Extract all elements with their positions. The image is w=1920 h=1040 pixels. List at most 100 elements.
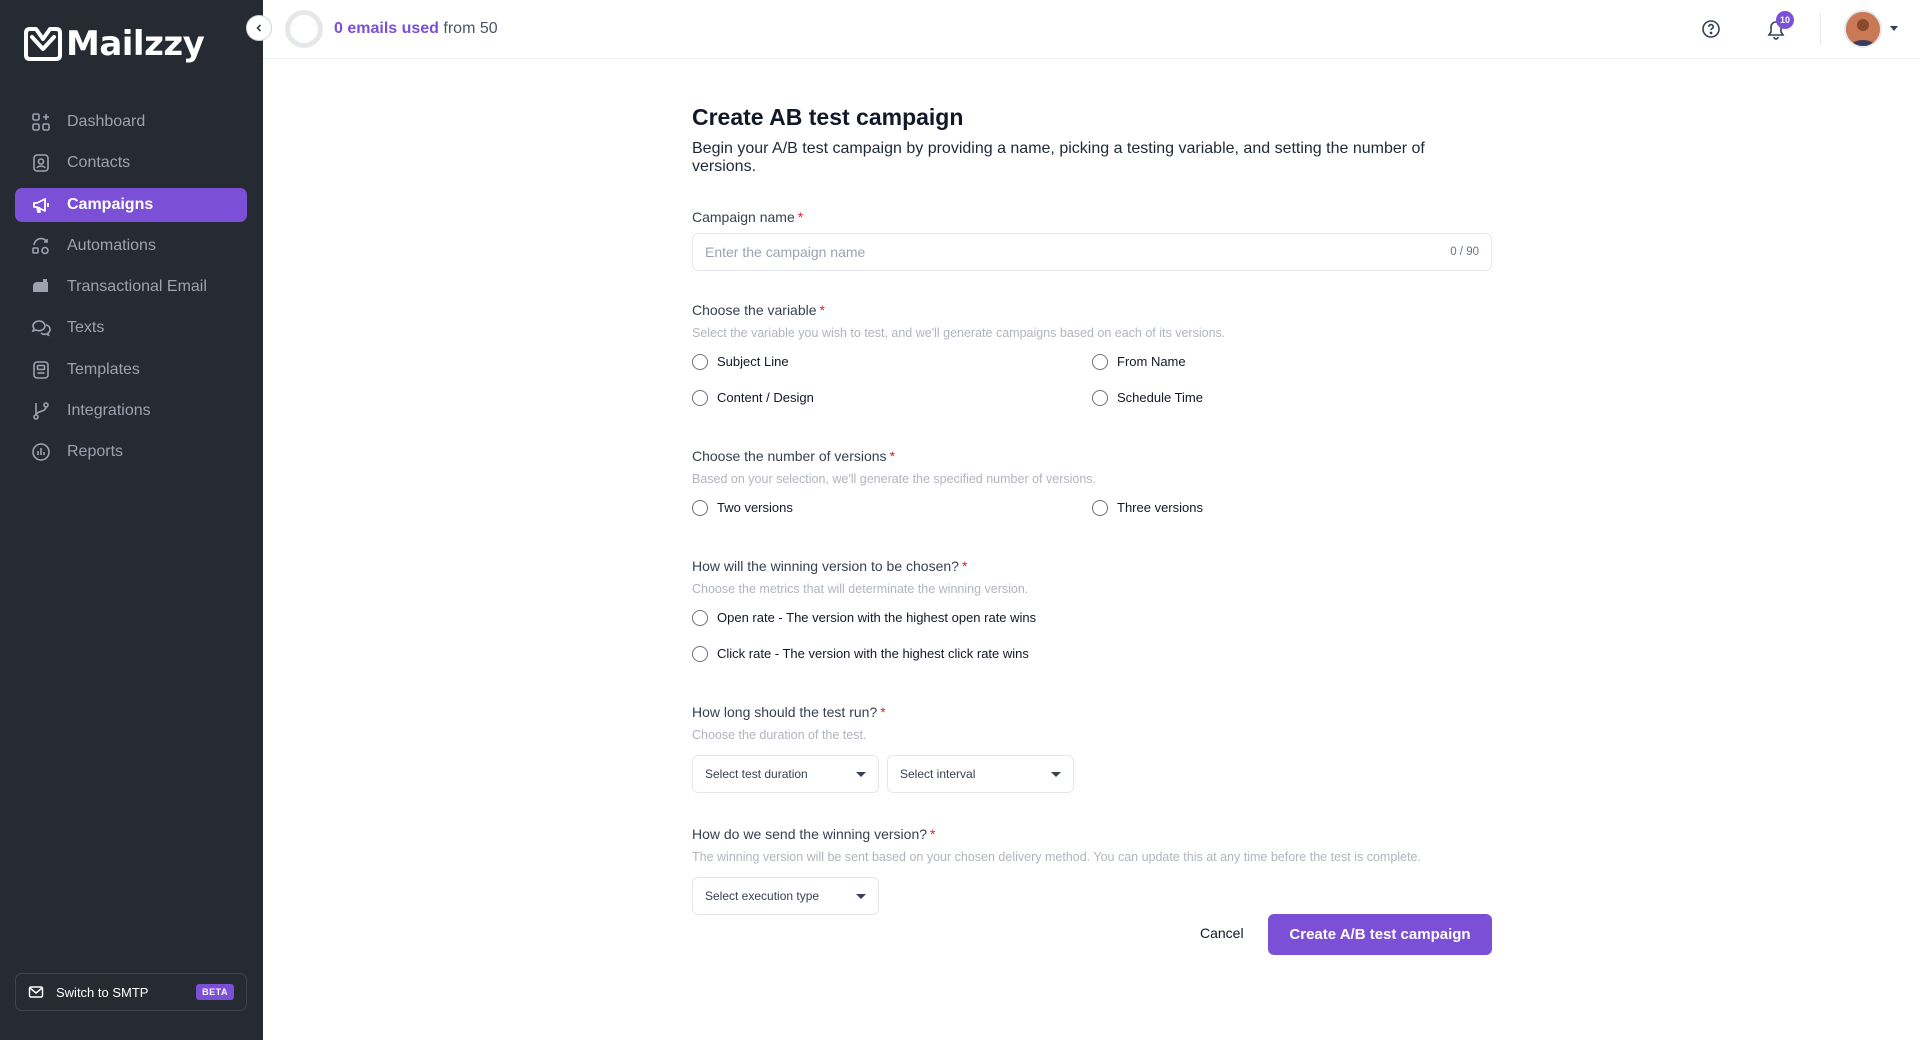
radio-open-rate[interactable]: Open rate - The version with the highest… xyxy=(692,609,1492,626)
required-asterisk: * xyxy=(797,209,804,225)
sidebar-nav: Dashboard Contacts Campaigns Automations… xyxy=(15,105,247,477)
contacts-icon xyxy=(30,152,52,174)
execution-type-select[interactable]: Select execution type xyxy=(692,877,879,915)
sidebar-item-integrations[interactable]: Integrations xyxy=(15,394,247,428)
logo[interactable]: Mailzzy xyxy=(22,24,205,64)
chat-icon xyxy=(30,317,52,339)
radio-click-rate[interactable]: Click rate - The version with the highes… xyxy=(692,645,1492,662)
mail-icon xyxy=(28,986,44,998)
interval-select[interactable]: Select interval xyxy=(887,755,1074,793)
mailbox-icon xyxy=(30,276,52,298)
send-helper: The winning version will be sent based o… xyxy=(692,850,1421,864)
create-ab-test-form: Create AB test campaign Begin your A/B t… xyxy=(692,100,1492,915)
required-asterisk: * xyxy=(889,448,896,464)
logo-text: Mailzzy xyxy=(66,24,205,64)
radio-three-versions[interactable]: Three versions xyxy=(1092,499,1492,516)
duration-label: How long should the test run? * xyxy=(692,704,886,720)
variable-label: Choose the variable * xyxy=(692,302,825,318)
switch-to-smtp-button[interactable]: Switch to SMTP BETA xyxy=(15,973,247,1011)
form-actions: Cancel Create A/B test campaign xyxy=(692,914,1492,955)
email-usage: 0 emails used from 50 xyxy=(285,10,498,48)
sidebar-item-campaigns[interactable]: Campaigns xyxy=(15,187,247,222)
radio-two-versions[interactable]: Two versions xyxy=(692,499,1092,516)
reports-icon xyxy=(30,441,52,463)
sidebar-item-contacts[interactable]: Contacts xyxy=(15,146,247,180)
sidebar-item-label: Texts xyxy=(67,319,105,337)
required-asterisk: * xyxy=(930,826,936,842)
dropdown-arrow-icon xyxy=(1051,771,1061,777)
sidebar-item-reports[interactable]: Reports xyxy=(15,435,247,469)
radio-circle xyxy=(1092,353,1108,370)
sidebar-item-label: Templates xyxy=(67,360,140,378)
versions-label: Choose the number of versions * xyxy=(692,448,896,464)
usage-progress-ring xyxy=(285,10,323,48)
campaign-name-input[interactable] xyxy=(705,244,1451,260)
top-header: 0 emails used from 50 xyxy=(263,0,1920,59)
sidebar-item-label: Dashboard xyxy=(67,113,146,130)
duration-section: How long should the test run? * Choose th… xyxy=(692,704,1492,793)
chevron-left-icon xyxy=(256,24,262,32)
versions-section: Choose the number of versions * Based on … xyxy=(692,448,1492,516)
winner-helper: Choose the metrics that will determinate… xyxy=(692,582,1029,596)
templates-icon xyxy=(30,359,52,381)
sidebar-item-automations[interactable]: Automations xyxy=(15,229,247,263)
campaign-name-section: Campaign name* 0 / 90 xyxy=(692,209,1492,271)
sidebar-item-label: Reports xyxy=(67,443,124,461)
radio-from-name[interactable]: From Name xyxy=(1092,353,1492,370)
dashboard-icon xyxy=(30,111,52,133)
winner-options: Open rate - The version with the highest… xyxy=(692,609,1492,662)
sidebar-item-label: Campaigns xyxy=(67,195,154,213)
help-button[interactable] xyxy=(1698,16,1724,42)
create-ab-test-button[interactable]: Create A/B test campaign xyxy=(1268,914,1492,955)
required-asterisk: * xyxy=(961,558,968,574)
help-icon xyxy=(1702,20,1720,38)
page-title: Create AB test campaign xyxy=(692,104,964,130)
sidebar-item-dashboard[interactable]: Dashboard xyxy=(15,105,247,139)
variable-helper: Select the variable you wish to test, an… xyxy=(692,326,1226,340)
cancel-button[interactable]: Cancel xyxy=(1200,925,1244,941)
send-label: How do we send the winning version? * xyxy=(692,826,936,842)
duration-helper: Choose the duration of the test. xyxy=(692,728,867,742)
winner-section: How will the winning version to be chose… xyxy=(692,558,1492,662)
account-menu-caret[interactable] xyxy=(1890,26,1898,31)
sidebar-item-label: Integrations xyxy=(67,402,151,420)
test-duration-select[interactable]: Select test duration xyxy=(692,755,879,793)
send-section: How do we send the winning version? * The… xyxy=(692,826,1492,915)
page-subtitle: Begin your A/B test campaign by providin… xyxy=(692,140,1425,175)
beta-badge: BETA xyxy=(196,984,234,1000)
character-counter: 0 / 90 xyxy=(1450,246,1479,258)
radio-circle xyxy=(1092,389,1108,406)
dropdown-arrow-icon xyxy=(856,771,866,777)
notifications-badge: 10 xyxy=(1776,11,1794,29)
radio-circle xyxy=(692,353,708,370)
megaphone-icon xyxy=(30,194,52,216)
sidebar-item-texts[interactable]: Texts xyxy=(15,311,247,345)
sidebar-item-label: Automations xyxy=(67,236,156,254)
automations-icon xyxy=(30,235,52,257)
required-asterisk: * xyxy=(880,704,886,720)
radio-subject-line[interactable]: Subject Line xyxy=(692,353,1092,370)
dropdown-arrow-icon xyxy=(856,893,866,899)
branch-icon xyxy=(30,400,52,422)
collapse-sidebar-button[interactable] xyxy=(246,15,272,41)
avatar[interactable] xyxy=(1844,10,1882,48)
switch-to-smtp-label: Switch to SMTP xyxy=(56,984,149,1000)
radio-circle xyxy=(692,499,708,516)
send-selects: Select execution type xyxy=(692,877,1492,915)
radio-schedule-time[interactable]: Schedule Time xyxy=(1092,389,1492,406)
header-divider xyxy=(1820,13,1821,45)
versions-options: Two versions Three versions xyxy=(692,499,1492,516)
user-avatar-icon xyxy=(1846,12,1880,46)
sidebar-item-transactional-email[interactable]: Transactional Email xyxy=(15,270,247,304)
radio-circle xyxy=(692,645,708,662)
campaign-name-label: Campaign name * xyxy=(692,209,804,225)
variable-options: Subject Line From Name Content / Design … xyxy=(692,353,1492,406)
sidebar-item-templates[interactable]: Templates xyxy=(15,353,247,387)
radio-circle xyxy=(692,609,708,626)
variable-section: Choose the variable * Select the variable… xyxy=(692,302,1492,406)
usage-limit: from 50 xyxy=(443,20,498,37)
versions-helper: Based on your selection, we'll generate … xyxy=(692,472,1097,486)
radio-content-design[interactable]: Content / Design xyxy=(692,389,1092,406)
duration-selects: Select test duration Select interval xyxy=(692,755,1492,793)
logo-icon xyxy=(24,27,62,61)
